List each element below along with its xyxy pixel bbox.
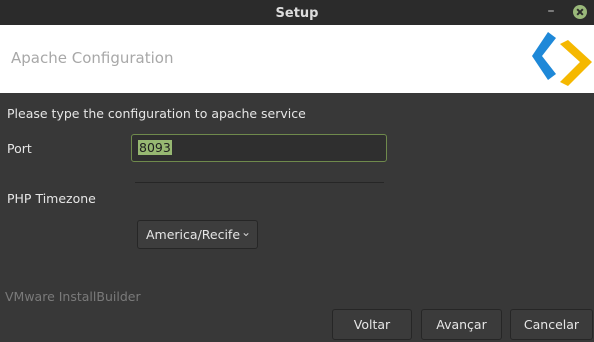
chevron-down-icon: ⌄ [240, 225, 251, 239]
installbuilder-logo [532, 32, 592, 86]
window-title: Setup [275, 6, 319, 21]
port-input[interactable]: 8093 [131, 134, 387, 162]
cancel-button[interactable]: Cancelar [510, 309, 593, 340]
title-bar[interactable]: Setup – [0, 0, 594, 25]
separator [135, 182, 384, 183]
port-label: Port [7, 141, 32, 156]
port-value: 8093 [138, 140, 172, 155]
brand-label: VMware InstallBuilder [5, 289, 141, 304]
timezone-value: America/Recife [146, 227, 241, 242]
close-icon[interactable] [573, 5, 587, 19]
timezone-label: PHP Timezone [7, 191, 96, 206]
form-prompt: Please type the configuration to apache … [7, 106, 306, 121]
minimize-icon[interactable]: – [542, 3, 560, 21]
setup-window: Setup – Apache Configuration Please type… [0, 0, 594, 342]
page-title: Apache Configuration [11, 49, 174, 67]
timezone-select[interactable]: America/Recife ⌄ [137, 220, 258, 249]
next-button[interactable]: Avançar [421, 309, 502, 340]
page-header: Apache Configuration [0, 25, 594, 93]
back-button[interactable]: Voltar [332, 309, 412, 340]
